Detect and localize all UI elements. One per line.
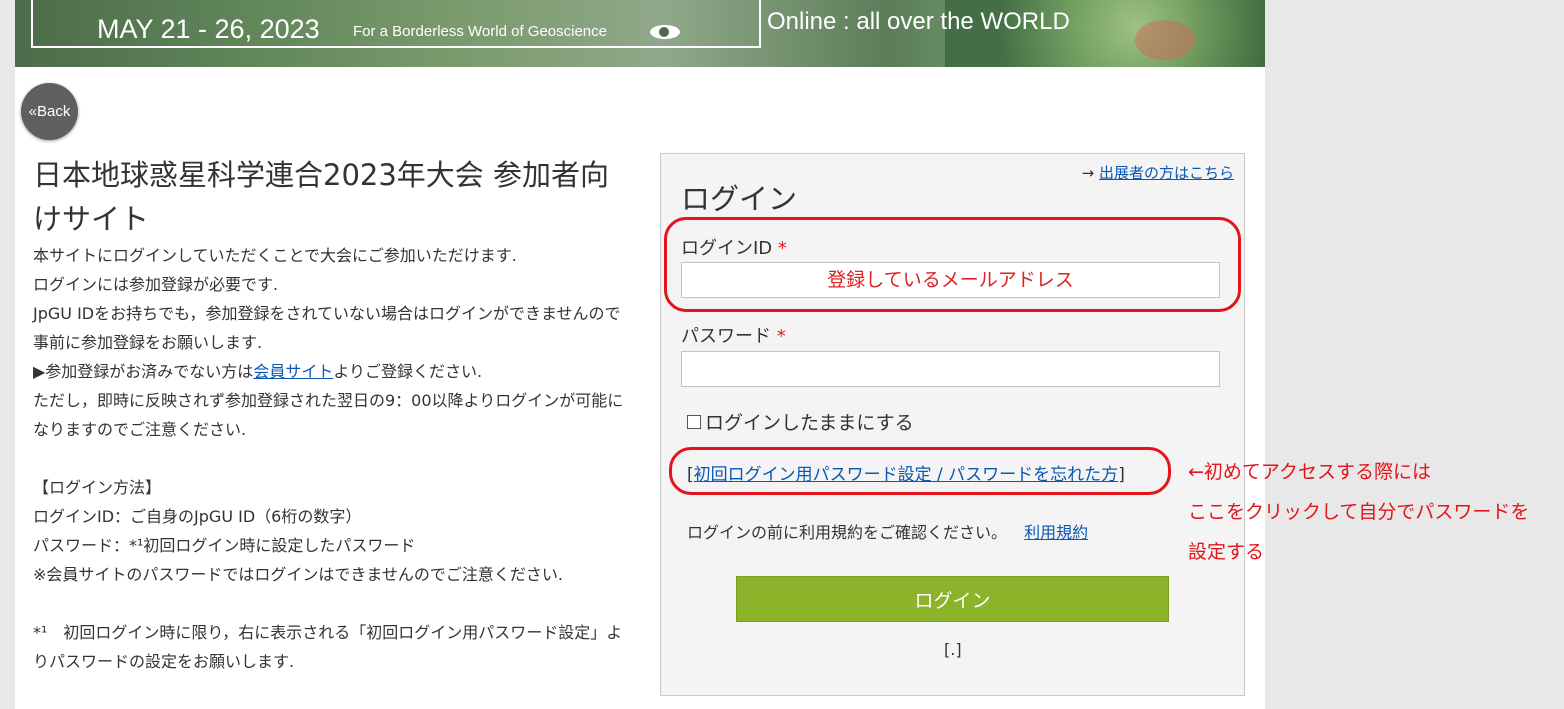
intro-line: ログインID：ご自身のJpGU ID（6桁の数字） <box>33 507 362 526</box>
intro-line: 【ログイン方法】 <box>33 478 162 497</box>
exhibitor-link[interactable]: 出展者の方はこちら <box>1099 164 1234 182</box>
intro-line: ただし，即時に反映されず参加登録された翌日の9：00以降よりログインが可能になり… <box>33 391 624 439</box>
member-site-link[interactable]: 会員サイト <box>253 362 333 381</box>
password-label: パスワード * <box>681 322 786 348</box>
intro-line: ログインには参加登録が必要です. <box>33 275 279 294</box>
password-label-text: パスワード <box>681 326 771 347</box>
exhibitor-link-row: → 出展者の方はこちら <box>1082 162 1234 183</box>
page-title: 日本地球惑星科学連合2023年大会 参加者向けサイト <box>33 158 610 236</box>
annotation-line: 設定する <box>1188 541 1265 563</box>
intro-line-register: ▶参加登録がお済みでない方は会員サイトよりご登録ください. <box>33 357 633 386</box>
back-button[interactable]: «Back <box>21 83 78 140</box>
remember-me[interactable]: ログインしたままにする <box>687 408 914 435</box>
banner-online: Online : all over the WORLD <box>767 8 1070 35</box>
intro-line: 本サイトにログインしていただくことで大会にご参加いただけます. <box>33 246 517 265</box>
intro-line: JpGU IDをお持ちでも，参加登録をされていない場合はログインができませんので… <box>33 304 621 352</box>
eye-logo-icon <box>650 25 680 39</box>
intro-text: 本サイトにログインしていただくことで大会にご参加いただけます. ログインには参加… <box>33 241 633 676</box>
banner-photo-detail <box>1135 20 1195 60</box>
intro-line: *¹ 初回ログイン時に限り，右に表示される「初回ログイン用パスワード設定」よりパ… <box>33 623 623 671</box>
reset-link-highlight <box>669 447 1171 495</box>
annotation-line: ←初めてアクセスする際には <box>1188 461 1431 483</box>
required-mark: * <box>776 326 786 347</box>
arrow-right-icon: → <box>1081 164 1095 182</box>
intro-line: パスワード：*¹初回ログイン時に設定したパスワード <box>33 536 416 555</box>
terms-link[interactable]: 利用規約 <box>1024 523 1088 542</box>
login-id-highlight <box>664 217 1241 312</box>
remember-checkbox[interactable] <box>687 414 701 429</box>
intro-text-segment: ▶参加登録がお済みでない方は <box>33 362 254 381</box>
intro-text-segment: よりご登録ください. <box>333 362 483 381</box>
event-banner: MAY 21 - 26, 2023 For a Borderless World… <box>15 0 1265 67</box>
intro-section: 日本地球惑星科学連合2023年大会 参加者向けサイト 本サイトにログインしていた… <box>33 153 633 676</box>
bracket-text: [.] <box>944 640 962 659</box>
terms-row: ログインの前に利用規約をご確認ください。 利用規約 <box>687 519 1088 543</box>
page: MAY 21 - 26, 2023 For a Borderless World… <box>15 0 1265 709</box>
password-input[interactable] <box>681 351 1220 387</box>
login-button[interactable]: ログイン <box>736 576 1169 622</box>
remember-label: ログインしたままにする <box>705 412 914 434</box>
login-heading: ログイン <box>681 182 798 216</box>
banner-tagline: For a Borderless World of Geoscience <box>353 23 607 40</box>
terms-text: ログインの前に利用規約をご確認ください。 <box>687 523 1008 542</box>
intro-line: ※会員サイトのパスワードではログインはできませんのでご注意ください. <box>33 565 564 584</box>
annotation-line: ここをクリックして自分でパスワードを <box>1188 501 1530 523</box>
banner-date: MAY 21 - 26, 2023 <box>97 14 320 44</box>
